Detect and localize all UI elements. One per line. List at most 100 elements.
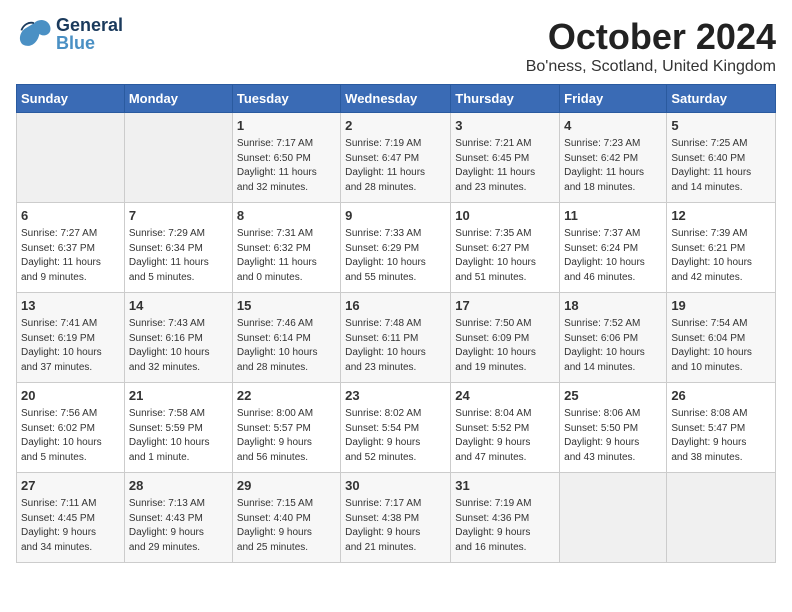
day-number: 31 (455, 477, 555, 495)
header-tuesday: Tuesday (232, 85, 340, 113)
calendar-week-1: 1 Sunrise: 7:17 AM Sunset: 6:50 PM Daylig… (17, 113, 776, 203)
day-info: Sunrise: 8:06 AM Sunset: 5:50 PM Dayligh… (564, 407, 662, 465)
calendar-cell: 7Sunrise: 7:29 AM Sunset: 6:34 PM Daylig… (124, 203, 232, 293)
day-number: 20 (21, 387, 120, 405)
day-info: Sunrise: 8:08 AM Sunset: 5:47 PM Dayligh… (671, 407, 771, 465)
day-number: 13 (21, 297, 120, 315)
day-number: 22 (237, 387, 336, 405)
calendar-title: October 2024 (526, 16, 776, 58)
calendar-cell: 12 Sunrise: 7:39 AM Sunset: 6:21 PM Dayli… (667, 203, 776, 293)
day-number: 7 (129, 207, 228, 225)
calendar-cell: 22 Sunrise: 8:00 AM Sunset: 5:57 PM Dayli… (232, 383, 340, 473)
day-info: Sunrise: 7:25 AM Sunset: 6:40 PM Dayligh… (671, 137, 771, 195)
calendar-cell: 14Sunrise: 7:43 AM Sunset: 6:16 PM Dayli… (124, 293, 232, 383)
day-info: Sunrise: 7:48 AM Sunset: 6:11 PM Dayligh… (345, 317, 446, 375)
calendar-cell (560, 473, 667, 563)
calendar-cell: 9 Sunrise: 7:33 AM Sunset: 6:29 PM Daylig… (341, 203, 451, 293)
day-number: 29 (237, 477, 336, 495)
calendar-week-3: 13 Sunrise: 7:41 AM Sunset: 6:19 PM Dayli… (17, 293, 776, 383)
day-number: 24 (455, 387, 555, 405)
day-number: 5 (671, 117, 771, 135)
day-info: Sunrise: 7:33 AM Sunset: 6:29 PM Dayligh… (345, 227, 446, 285)
calendar-week-5: 27 Sunrise: 7:11 AM Sunset: 4:45 PM Dayli… (17, 473, 776, 563)
calendar-cell: 25 Sunrise: 8:06 AM Sunset: 5:50 PM Dayli… (560, 383, 667, 473)
day-info: Sunrise: 7:39 AM Sunset: 6:21 PM Dayligh… (671, 227, 771, 285)
calendar-cell: 18 Sunrise: 7:52 AM Sunset: 6:06 PM Dayli… (560, 293, 667, 383)
day-number: 26 (671, 387, 771, 405)
day-info: Sunrise: 7:15 AM Sunset: 4:40 PM Dayligh… (237, 497, 336, 555)
calendar-cell: 21 Sunrise: 7:58 AM Sunset: 5:59 PM Dayli… (124, 383, 232, 473)
logo-name: General Blue (56, 16, 123, 52)
calendar-cell: 8Sunrise: 7:31 AM Sunset: 6:32 PM Daylig… (232, 203, 340, 293)
calendar-cell (124, 113, 232, 203)
day-number: 9 (345, 207, 446, 225)
day-info: Sunrise: 7:58 AM Sunset: 5:59 PM Dayligh… (129, 407, 228, 465)
day-info: Sunrise: 7:21 AM Sunset: 6:45 PM Dayligh… (455, 137, 555, 195)
calendar-week-2: 6 Sunrise: 7:27 AM Sunset: 6:37 PM Daylig… (17, 203, 776, 293)
day-number: 14 (129, 297, 228, 315)
day-number: 11 (564, 207, 662, 225)
calendar-cell: 4Sunrise: 7:23 AM Sunset: 6:42 PM Daylig… (560, 113, 667, 203)
calendar-cell: 2 Sunrise: 7:19 AM Sunset: 6:47 PM Daylig… (341, 113, 451, 203)
day-number: 28 (129, 477, 228, 495)
calendar-cell: 29 Sunrise: 7:15 AM Sunset: 4:40 PM Dayli… (232, 473, 340, 563)
day-info: Sunrise: 8:00 AM Sunset: 5:57 PM Dayligh… (237, 407, 336, 465)
day-number: 27 (21, 477, 120, 495)
calendar-cell: 24 Sunrise: 8:04 AM Sunset: 5:52 PM Dayli… (451, 383, 560, 473)
day-number: 1 (237, 117, 336, 135)
day-number: 15 (237, 297, 336, 315)
header-wednesday: Wednesday (341, 85, 451, 113)
day-info: Sunrise: 8:04 AM Sunset: 5:52 PM Dayligh… (455, 407, 555, 465)
calendar-cell: 13 Sunrise: 7:41 AM Sunset: 6:19 PM Dayli… (17, 293, 125, 383)
header-sunday: Sunday (17, 85, 125, 113)
day-info: Sunrise: 7:46 AM Sunset: 6:14 PM Dayligh… (237, 317, 336, 375)
day-info: Sunrise: 7:54 AM Sunset: 6:04 PM Dayligh… (671, 317, 771, 375)
day-number: 17 (455, 297, 555, 315)
logo-blue-text: Blue (56, 34, 123, 52)
day-info: Sunrise: 7:56 AM Sunset: 6:02 PM Dayligh… (21, 407, 120, 465)
calendar-cell: 1 Sunrise: 7:17 AM Sunset: 6:50 PM Daylig… (232, 113, 340, 203)
day-info: Sunrise: 7:17 AM Sunset: 6:50 PM Dayligh… (237, 137, 336, 195)
title-area: October 2024 Bo'ness, Scotland, United K… (526, 16, 776, 76)
calendar-cell: 30 Sunrise: 7:17 AM Sunset: 4:38 PM Dayli… (341, 473, 451, 563)
calendar-cell: 5 Sunrise: 7:25 AM Sunset: 6:40 PM Daylig… (667, 113, 776, 203)
calendar-cell: 31Sunrise: 7:19 AM Sunset: 4:36 PM Dayli… (451, 473, 560, 563)
day-number: 2 (345, 117, 446, 135)
calendar-cell: 23 Sunrise: 8:02 AM Sunset: 5:54 PM Dayli… (341, 383, 451, 473)
day-info: Sunrise: 7:13 AM Sunset: 4:43 PM Dayligh… (129, 497, 228, 555)
day-number: 3 (455, 117, 555, 135)
day-info: Sunrise: 7:11 AM Sunset: 4:45 PM Dayligh… (21, 497, 120, 555)
day-info: Sunrise: 7:41 AM Sunset: 6:19 PM Dayligh… (21, 317, 120, 375)
day-info: Sunrise: 7:52 AM Sunset: 6:06 PM Dayligh… (564, 317, 662, 375)
calendar-cell: 6 Sunrise: 7:27 AM Sunset: 6:37 PM Daylig… (17, 203, 125, 293)
day-number: 23 (345, 387, 446, 405)
logo-general-text: General (56, 16, 123, 34)
day-info: Sunrise: 7:37 AM Sunset: 6:24 PM Dayligh… (564, 227, 662, 285)
calendar-cell: 15 Sunrise: 7:46 AM Sunset: 6:14 PM Dayli… (232, 293, 340, 383)
day-info: Sunrise: 7:27 AM Sunset: 6:37 PM Dayligh… (21, 227, 120, 285)
day-number: 12 (671, 207, 771, 225)
calendar-table: Sunday Monday Tuesday Wednesday Thursday… (16, 84, 776, 563)
day-number: 6 (21, 207, 120, 225)
day-number: 25 (564, 387, 662, 405)
day-number: 16 (345, 297, 446, 315)
day-number: 18 (564, 297, 662, 315)
day-info: Sunrise: 7:17 AM Sunset: 4:38 PM Dayligh… (345, 497, 446, 555)
day-number: 19 (671, 297, 771, 315)
header-monday: Monday (124, 85, 232, 113)
day-number: 30 (345, 477, 446, 495)
day-number: 10 (455, 207, 555, 225)
day-info: Sunrise: 8:02 AM Sunset: 5:54 PM Dayligh… (345, 407, 446, 465)
day-info: Sunrise: 7:35 AM Sunset: 6:27 PM Dayligh… (455, 227, 555, 285)
calendar-cell: 16 Sunrise: 7:48 AM Sunset: 6:11 PM Dayli… (341, 293, 451, 383)
page-header: General Blue October 2024 Bo'ness, Scotl… (16, 16, 776, 76)
day-info: Sunrise: 7:23 AM Sunset: 6:42 PM Dayligh… (564, 137, 662, 195)
day-info: Sunrise: 7:19 AM Sunset: 6:47 PM Dayligh… (345, 137, 446, 195)
header-thursday: Thursday (451, 85, 560, 113)
calendar-cell: 3 Sunrise: 7:21 AM Sunset: 6:45 PM Daylig… (451, 113, 560, 203)
day-number: 21 (129, 387, 228, 405)
logo-icon (16, 16, 52, 52)
calendar-cell: 28 Sunrise: 7:13 AM Sunset: 4:43 PM Dayli… (124, 473, 232, 563)
logo: General Blue (16, 16, 123, 52)
calendar-cell: 11 Sunrise: 7:37 AM Sunset: 6:24 PM Dayli… (560, 203, 667, 293)
